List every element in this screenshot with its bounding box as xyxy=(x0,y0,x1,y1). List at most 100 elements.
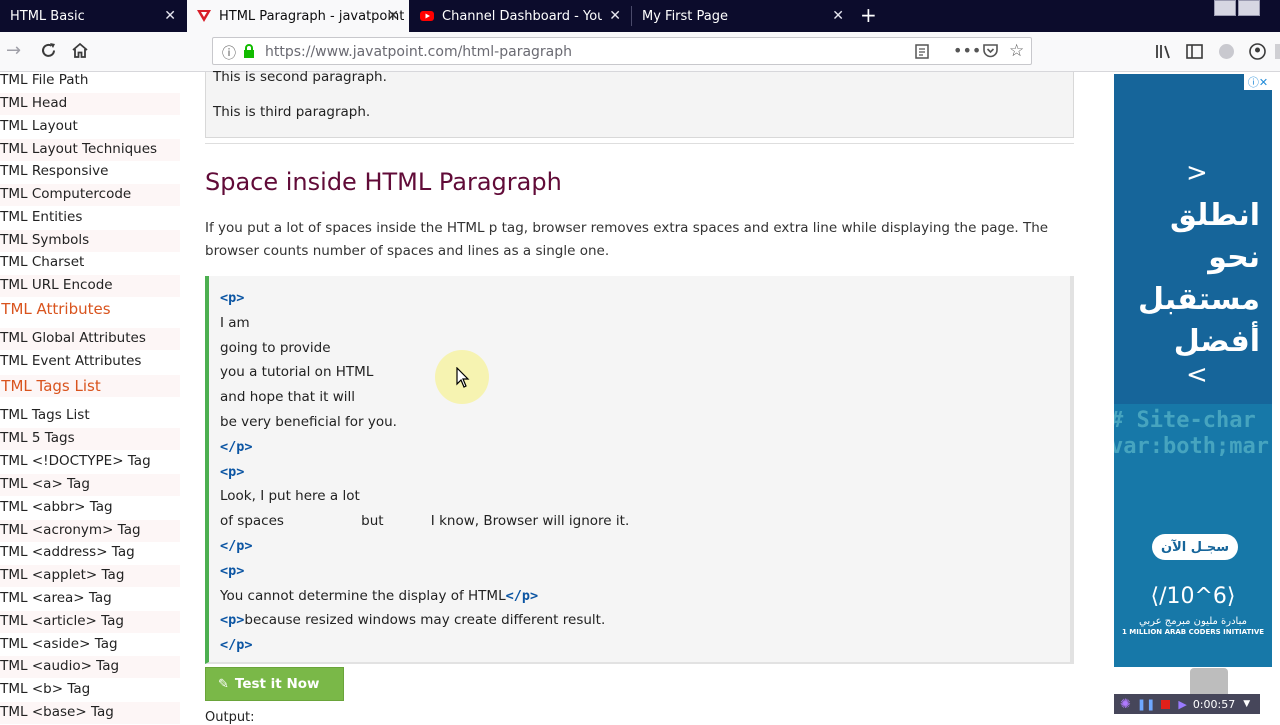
sidebar-link[interactable]: HTML Tags List xyxy=(0,407,90,423)
minimize-window-button[interactable] xyxy=(1214,0,1236,16)
test-it-now-button[interactable]: ✎ Test it Now xyxy=(205,667,344,701)
sidebar-link[interactable]: HTML <a> Tag xyxy=(0,476,90,492)
code-line: and hope that it will xyxy=(220,389,355,405)
ad-headline-line: مستقبل xyxy=(1138,282,1260,317)
lock-icon xyxy=(244,44,254,58)
sidebar-toggle-icon[interactable] xyxy=(1186,44,1203,59)
sidebar-link[interactable]: HTML URL Encode xyxy=(0,277,113,293)
code-line: <p> xyxy=(220,563,244,579)
sidebar-link[interactable]: HTML Responsive xyxy=(0,163,108,179)
close-tab-icon[interactable]: ✕ xyxy=(832,8,844,24)
sidebar-link[interactable]: HTML Charset xyxy=(0,254,84,270)
sidebar-link[interactable]: HTML <!DOCTYPE> Tag xyxy=(0,453,151,469)
code-text: be very beneficial for you. xyxy=(220,414,397,430)
sidebar-link[interactable]: HTML Symbols xyxy=(0,232,89,248)
ad-headline-line: انطلق xyxy=(1169,198,1260,233)
forward-icon[interactable]: → xyxy=(6,40,21,61)
code-tag: <p> xyxy=(220,562,245,579)
code-line: <p> xyxy=(220,464,244,480)
tab-title: HTML Paragraph - javatpoint xyxy=(219,8,405,24)
page-actions-icon[interactable]: ••• xyxy=(953,41,981,60)
sidebar-link[interactable]: HTML <article> Tag xyxy=(0,613,124,629)
code-text: and hope that it will xyxy=(220,389,356,406)
output-paragraph: This is second paragraph. xyxy=(213,69,387,85)
stop-icon[interactable] xyxy=(1161,699,1171,709)
screen-recorder-bar: ✺ ❚❚ ▶ 0:00:57 ▼ xyxy=(1114,694,1260,714)
code-line: You cannot determine the display of HTML… xyxy=(220,588,538,604)
home-icon[interactable] xyxy=(71,42,89,59)
advertisement[interactable]: ⓘ✕ > انطلق نحو مستقبل أفضل < # Site-char… xyxy=(1114,74,1272,667)
account-icon[interactable] xyxy=(1249,43,1266,60)
code-text: You cannot determine the display of HTML xyxy=(220,587,506,604)
globe-icon[interactable] xyxy=(1218,43,1235,60)
play-icon[interactable]: ▶ xyxy=(1178,698,1186,711)
close-tab-icon[interactable]: ✕ xyxy=(387,8,399,24)
ad-tagline-english: 1 MILLION ARAB CODERS INITIATIVE xyxy=(1121,628,1265,636)
sidebar-link[interactable]: HTML Event Attributes xyxy=(0,353,141,369)
sidebar-link[interactable]: HTML <address> Tag xyxy=(0,544,135,560)
test-it-now-label: Test it Now xyxy=(234,676,320,692)
ad-choices-icon[interactable]: ⓘ✕ xyxy=(1244,74,1272,90)
close-tab-icon[interactable]: ✕ xyxy=(609,8,621,24)
sidebar-link[interactable]: HTML 5 Tags xyxy=(0,430,75,446)
code-tag: <p> xyxy=(220,612,245,629)
tab-title: My First Page xyxy=(642,8,729,24)
sidebar-link[interactable]: HTML Entities xyxy=(0,209,82,225)
sidebar-link[interactable]: HTML <audio> Tag xyxy=(0,658,119,674)
code-line: you a tutorial on HTML xyxy=(220,364,373,380)
code-text: Look, I put here a lot xyxy=(220,488,360,505)
reader-view-icon[interactable] xyxy=(915,44,929,59)
sidebar-link[interactable]: HTML <base> Tag xyxy=(0,704,114,720)
overflow-icon[interactable] xyxy=(1275,44,1280,59)
main-content: This is second paragraph. This is third … xyxy=(205,69,1075,720)
mouse-cursor-icon xyxy=(456,367,470,388)
sidebar-link[interactable]: HTML Layout xyxy=(0,118,78,134)
code-tag: <p> xyxy=(220,290,245,306)
pocket-icon[interactable] xyxy=(983,44,998,58)
ad-arrow-bottom: < xyxy=(1186,360,1208,390)
youtube-favicon-icon xyxy=(420,11,434,21)
code-line: </p> xyxy=(220,538,253,554)
tab-my-first-page[interactable]: My First Page ✕ xyxy=(632,0,854,32)
ad-register-button[interactable]: سجـل الآن xyxy=(1152,534,1238,560)
code-text: you a tutorial on HTML xyxy=(220,364,374,381)
address-bar[interactable]: ⓘ https://www.javatpoint.com/html-paragr… xyxy=(212,37,1032,65)
sidebar-link[interactable]: HTML <b> Tag xyxy=(0,681,90,697)
sidebar-link[interactable]: HTML Layout Techniques xyxy=(0,141,157,157)
close-tab-icon[interactable]: ✕ xyxy=(164,8,176,24)
sidebar-link[interactable]: HTML Computercode xyxy=(0,186,131,202)
tab-channel-dashboard[interactable]: Channel Dashboard - YouTube ✕ xyxy=(410,0,631,32)
edit-icon: ✎ xyxy=(218,676,229,692)
code-line: </p> xyxy=(220,439,253,455)
code-line: <p>because resized windows may create di… xyxy=(220,612,605,628)
reload-icon[interactable] xyxy=(40,42,57,59)
info-icon[interactable]: ⓘ xyxy=(222,43,236,63)
code-line: Look, I put here a lot xyxy=(220,488,360,504)
bookmark-star-icon[interactable]: ☆ xyxy=(1009,41,1024,61)
sidebar-link[interactable]: HTML <area> Tag xyxy=(0,590,112,606)
sidebar-link[interactable]: HTML <abbr> Tag xyxy=(0,499,113,515)
sidebar-section-heading: HTML Attributes xyxy=(0,300,111,318)
maximize-window-button[interactable] xyxy=(1238,0,1260,16)
sidebar-link[interactable]: HTML Head xyxy=(0,95,67,111)
sidebar-link[interactable]: HTML File Path xyxy=(0,72,88,88)
code-line: I am xyxy=(220,315,250,331)
code-text: I am xyxy=(220,314,250,331)
section-heading: Space inside HTML Paragraph xyxy=(205,168,562,196)
sidebar-link[interactable]: HTML <applet> Tag xyxy=(0,567,124,583)
tab-html-basic[interactable]: HTML Basic ✕ xyxy=(0,0,186,32)
tab-html-paragraph[interactable]: HTML Paragraph - javatpoint ✕ xyxy=(187,0,409,32)
sidebar-link[interactable]: HTML Global Attributes xyxy=(0,330,146,346)
tutorial-sidebar: HTML File Path HTML Head HTML Layout HTML L… xyxy=(0,72,180,724)
code-example: <p> I am going to provide you a tutorial on… xyxy=(205,276,1074,664)
output-paragraph: This is third paragraph. xyxy=(213,104,371,120)
chevron-down-icon[interactable]: ▼ xyxy=(1243,699,1250,709)
ad-arrow-top: > xyxy=(1186,158,1208,188)
new-tab-button[interactable]: + xyxy=(860,3,877,27)
previous-example-output: This is second paragraph. This is third … xyxy=(205,69,1074,138)
library-icon[interactable] xyxy=(1155,44,1172,59)
sidebar-link[interactable]: HTML <aside> Tag xyxy=(0,636,118,652)
sidebar-link[interactable]: HTML <acronym> Tag xyxy=(0,522,141,538)
section-divider xyxy=(205,143,1074,144)
pause-icon[interactable]: ❚❚ xyxy=(1137,698,1155,711)
